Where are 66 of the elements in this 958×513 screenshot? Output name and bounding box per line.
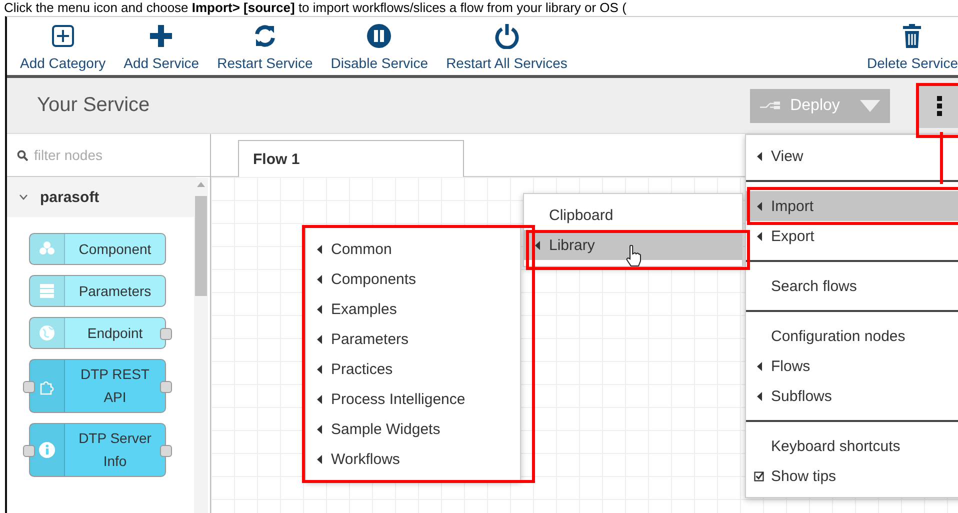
- plus-icon: [148, 23, 174, 49]
- caret-left-icon: [316, 364, 322, 374]
- menu-button[interactable]: [918, 84, 958, 128]
- filter-field[interactable]: filter nodes: [32, 146, 186, 164]
- add-box-icon: [50, 23, 76, 49]
- globe-icon: [38, 324, 56, 342]
- menu-item[interactable]: View: [746, 141, 958, 171]
- caret-left-icon: [316, 424, 322, 434]
- caption-text: Click the menu icon and choose Import> [source] to import workflows/slices a flow from your library or OS (: [3, 0, 628, 16]
- header-title: Your Service: [37, 94, 150, 117]
- menu-icon: [937, 96, 943, 116]
- checked-box-icon: [754, 470, 764, 482]
- menu-item[interactable]: Sample Widgets: [306, 414, 520, 444]
- menu-item[interactable]: Configuration nodes: [746, 321, 958, 351]
- menu-item[interactable]: Search flows: [746, 271, 958, 301]
- pause-icon: [366, 23, 392, 49]
- menu-item[interactable]: Clipboard: [524, 200, 742, 230]
- caret-left-icon: [316, 334, 322, 344]
- caret-left-icon: [756, 152, 762, 160]
- palette-node[interactable]: Parameters: [29, 275, 166, 307]
- highlight-line: [940, 132, 943, 184]
- category-header[interactable]: parasoft: [7, 177, 196, 217]
- toolbar-button[interactable]: Restart Service: [208, 17, 322, 75]
- toolbar-button[interactable]: Add Category: [11, 17, 115, 75]
- caret-left-icon: [756, 362, 762, 370]
- menu-item[interactable]: Workflows: [306, 444, 520, 474]
- menu-item[interactable]: Practices: [306, 354, 520, 384]
- palette-node[interactable]: DTP REST API: [29, 359, 166, 413]
- toolbar-button[interactable]: Disable Service: [322, 17, 438, 75]
- power-icon: [494, 23, 520, 49]
- scrollbar[interactable]: [194, 178, 208, 513]
- menu-item[interactable]: Keyboard shortcuts: [746, 431, 958, 461]
- scroll-up-icon: [197, 182, 205, 187]
- caret-left-icon: [756, 232, 762, 240]
- caret-left-icon: [534, 240, 540, 250]
- highlight-frame: [916, 83, 958, 138]
- menu-item[interactable]: Process Intelligence: [306, 384, 520, 414]
- category-label: parasoft: [40, 188, 100, 206]
- menu-item[interactable]: Common: [306, 234, 520, 264]
- menu-item[interactable]: Examples: [306, 294, 520, 324]
- caret-left-icon: [316, 394, 322, 404]
- menu-item[interactable]: Show tips: [746, 461, 958, 491]
- menu-item[interactable]: Flows: [746, 351, 958, 381]
- toolbar-button[interactable]: Restart All Services: [437, 17, 576, 75]
- menu-item[interactable]: Components: [306, 264, 520, 294]
- caret-icon: [860, 98, 880, 112]
- toolbar-button[interactable]: Add Service: [114, 17, 208, 75]
- caret-left-icon: [756, 202, 762, 210]
- caret-left-icon: [316, 244, 322, 254]
- menu-item[interactable]: Subflows: [746, 381, 958, 411]
- toolbar-button[interactable]: Delete Service: [858, 17, 958, 75]
- caret-left-icon: [316, 304, 322, 314]
- palette-node[interactable]: Component: [29, 233, 166, 265]
- flow-tab[interactable]: Flow 1: [238, 140, 464, 177]
- palette-node[interactable]: DTP Server Info: [29, 423, 166, 477]
- list-icon: [38, 282, 56, 300]
- menu-item[interactable]: Parameters: [306, 324, 520, 354]
- info-icon: [38, 441, 56, 459]
- palette-node[interactable]: Endpoint: [29, 317, 166, 349]
- caret-left-icon: [316, 454, 322, 464]
- search-icon: [17, 150, 28, 160]
- caret-left-icon: [756, 392, 762, 400]
- menu-item[interactable]: Export: [746, 221, 958, 251]
- caret-left-icon: [316, 274, 322, 284]
- scroll-thumb[interactable]: [195, 196, 207, 296]
- menu-item[interactable]: Import: [746, 191, 958, 221]
